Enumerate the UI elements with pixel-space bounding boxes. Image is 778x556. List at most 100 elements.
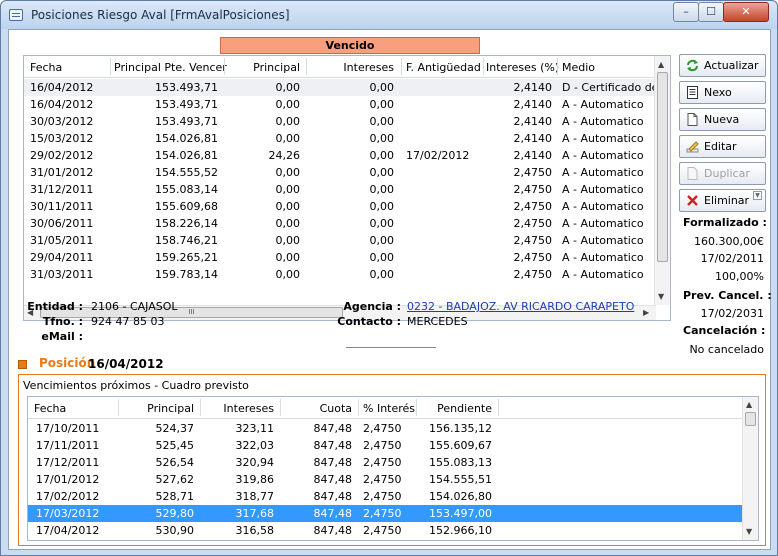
col-intereses[interactable]: Intereses bbox=[204, 402, 274, 415]
duplicar-button[interactable]: Duplicar bbox=[679, 162, 766, 185]
cell-medio: A - Automatico bbox=[562, 251, 644, 264]
cell-intereses: 317,68 bbox=[235, 507, 275, 520]
formalizado-label: Formalizado : bbox=[683, 216, 767, 229]
cell-cuota: 847,48 bbox=[313, 439, 353, 452]
cell-principal: 24,26 bbox=[268, 149, 301, 162]
col-pct-interes[interactable]: % Interés bbox=[363, 402, 415, 415]
cell-intereses: 0,00 bbox=[369, 81, 395, 94]
table-row[interactable]: 29/02/2012 154.026,81 24,26 0,00 17/02/2012 2… bbox=[24, 147, 670, 164]
positions-grid-header: Fecha Principal Pte. Vencer Principal In… bbox=[24, 56, 670, 78]
table-row[interactable]: 16/04/2012 153.493,71 0,00 0,00 2,4140 D - Ce… bbox=[24, 79, 670, 96]
cell-principal-pte: 154.555,52 bbox=[155, 166, 218, 179]
col-principal[interactable]: Principal bbox=[122, 402, 194, 415]
cell-cuota: 847,48 bbox=[313, 473, 353, 486]
cell-medio: A - Automatico bbox=[562, 217, 644, 230]
scroll-down-icon[interactable]: ▼ bbox=[746, 527, 752, 536]
cell-medio: A - Automatico bbox=[562, 98, 644, 111]
cell-intereses-pct: 2,4140 bbox=[513, 149, 553, 162]
scroll-up-icon[interactable]: ▲ bbox=[746, 400, 752, 409]
client-area: Vencido Fecha Principal Pte. Vencer Prin… bbox=[8, 29, 772, 550]
table-row[interactable]: 31/03/2011 159.783,14 0,00 0,00 2,4750 A - Au… bbox=[24, 266, 670, 283]
table-row[interactable]: 17/11/2011 525,45 322,03 847,48 2,4750 155.60… bbox=[28, 437, 744, 454]
nueva-button[interactable]: Nueva bbox=[679, 108, 766, 131]
title-bar: Posiciones Riesgo Aval [FrmAvalPosicione… bbox=[1, 1, 777, 29]
schedule-grid[interactable]: Fecha Principal Intereses Cuota % Interé… bbox=[27, 396, 759, 541]
editar-label: Editar bbox=[704, 140, 737, 153]
table-row[interactable]: 17/01/2012 527,62 319,86 847,48 2,4750 154.55… bbox=[28, 471, 744, 488]
hscroll-thumb[interactable]: III bbox=[40, 307, 343, 318]
table-row[interactable]: 31/01/2012 154.555,52 0,00 0,00 2,4750 A - Au… bbox=[24, 164, 670, 181]
positions-grid[interactable]: Fecha Principal Pte. Vencer Principal In… bbox=[23, 55, 671, 321]
cell-principal: 527,62 bbox=[155, 473, 195, 486]
cell-intereses: 0,00 bbox=[369, 98, 395, 111]
table-row[interactable]: 17/02/2012 528,71 318,77 847,48 2,4750 154.02… bbox=[28, 488, 744, 505]
col-f-antiguedad[interactable]: F. Antigüedad bbox=[406, 61, 481, 74]
schedule-grid-header: Fecha Principal Intereses Cuota % Interé… bbox=[28, 397, 758, 419]
cell-pct-interes: 2,4750 bbox=[363, 524, 402, 537]
cell-principal: 530,90 bbox=[155, 524, 195, 537]
scroll-down-icon[interactable]: ▼ bbox=[658, 292, 664, 301]
minimize-button[interactable]: – bbox=[673, 2, 699, 22]
table-row[interactable]: 17/10/2011 524,37 323,11 847,48 2,4750 156.13… bbox=[28, 420, 744, 437]
col-intereses-pct[interactable]: Intereses (%) bbox=[486, 61, 559, 74]
agencia-link[interactable]: 0232 - BADAJOZ. AV RICARDO CARAPETO bbox=[407, 300, 634, 313]
col-fecha[interactable]: Fecha bbox=[34, 402, 66, 415]
cell-fecha: 17/12/2011 bbox=[36, 456, 100, 469]
col-principal[interactable]: Principal bbox=[228, 61, 300, 74]
table-row[interactable]: 17/12/2011 526,54 320,94 847,48 2,4750 155.08… bbox=[28, 454, 744, 471]
col-fecha[interactable]: Fecha bbox=[30, 61, 62, 74]
entidad-label: Entidad : bbox=[27, 300, 83, 313]
formalizado-fecha: 17/02/2011 bbox=[700, 252, 764, 265]
cell-intereses-pct: 2,4140 bbox=[513, 115, 553, 128]
cell-medio: A - Automatico bbox=[562, 268, 644, 281]
cell-intereses: 318,77 bbox=[235, 490, 275, 503]
table-row[interactable]: 17/03/2012 529,80 317,68 847,48 2,4750 153.49… bbox=[28, 505, 744, 522]
table-row[interactable]: 15/03/2012 154.026,81 0,00 0,00 2,4140 A - Au… bbox=[24, 130, 670, 147]
tfno-label: Tfno. : bbox=[42, 315, 83, 328]
cell-fecha: 17/04/2012 bbox=[36, 524, 100, 537]
table-row[interactable]: 30/06/2011 158.226,14 0,00 0,00 2,4750 A - Au… bbox=[24, 215, 670, 232]
col-medio[interactable]: Medio bbox=[562, 61, 595, 74]
cell-principal: 0,00 bbox=[275, 268, 301, 281]
cell-principal: 0,00 bbox=[275, 217, 301, 230]
col-principal-pte[interactable]: Principal Pte. Vencer bbox=[114, 61, 227, 74]
col-intereses[interactable]: Intereses bbox=[310, 61, 394, 74]
table-row[interactable]: 31/12/2011 155.083,14 0,00 0,00 2,4750 A - Au… bbox=[24, 181, 670, 198]
col-pendiente[interactable]: Pendiente bbox=[420, 402, 492, 415]
editar-button[interactable]: Editar bbox=[679, 135, 766, 158]
cell-principal: 525,45 bbox=[155, 439, 195, 452]
scroll-thumb[interactable] bbox=[745, 412, 756, 426]
cell-medio: A - Automatico bbox=[562, 166, 644, 179]
scroll-up-icon[interactable]: ▲ bbox=[658, 60, 664, 69]
table-row[interactable]: 30/11/2011 155.609,68 0,00 0,00 2,4750 A - Au… bbox=[24, 198, 670, 215]
cell-principal-pte: 153.493,71 bbox=[155, 81, 218, 94]
eliminar-button[interactable]: Eliminar ▼ bbox=[679, 189, 766, 212]
table-row[interactable]: 29/04/2011 159.265,21 0,00 0,00 2,4750 A - Au… bbox=[24, 249, 670, 266]
cell-pendiente: 152.966,10 bbox=[429, 524, 492, 537]
table-row[interactable]: 17/04/2012 530,90 316,58 847,48 2,4750 152.96… bbox=[28, 522, 744, 539]
edit-pencil-icon bbox=[686, 141, 699, 153]
dropdown-icon[interactable]: ▼ bbox=[753, 191, 762, 200]
cell-fecha: 30/11/2011 bbox=[30, 200, 94, 213]
cell-fecha: 31/12/2011 bbox=[30, 183, 94, 196]
nexo-button[interactable]: Nexo bbox=[679, 81, 766, 104]
close-button[interactable]: ✕ bbox=[723, 2, 769, 22]
cell-pendiente: 154.555,51 bbox=[429, 473, 492, 486]
cell-principal: 0,00 bbox=[275, 166, 301, 179]
col-cuota[interactable]: Cuota bbox=[284, 402, 352, 415]
scroll-thumb[interactable] bbox=[657, 72, 668, 262]
cell-principal: 528,71 bbox=[155, 490, 195, 503]
table-row[interactable]: 31/05/2011 158.746,21 0,00 0,00 2,4750 A - Au… bbox=[24, 232, 670, 249]
table-row[interactable]: 30/03/2012 153.493,71 0,00 0,00 2,4140 A - Au… bbox=[24, 113, 670, 130]
scroll-right-icon[interactable]: ▶ bbox=[643, 308, 649, 317]
actualizar-button[interactable]: Actualizar bbox=[679, 54, 766, 77]
table-row[interactable]: 16/04/2012 153.493,71 0,00 0,00 2,4140 A - Au… bbox=[24, 96, 670, 113]
positions-vscrollbar[interactable]: ▲ ▼ bbox=[654, 56, 670, 305]
cell-principal: 0,00 bbox=[275, 115, 301, 128]
schedule-vscrollbar[interactable]: ▲ ▼ bbox=[742, 397, 758, 540]
cell-intereses: 316,58 bbox=[235, 524, 275, 537]
cell-principal-pte: 155.609,68 bbox=[155, 200, 218, 213]
cell-principal: 524,37 bbox=[155, 422, 195, 435]
prev-cancel-value: 17/02/2031 bbox=[700, 307, 764, 320]
maximize-button[interactable]: ☐ bbox=[698, 2, 724, 22]
